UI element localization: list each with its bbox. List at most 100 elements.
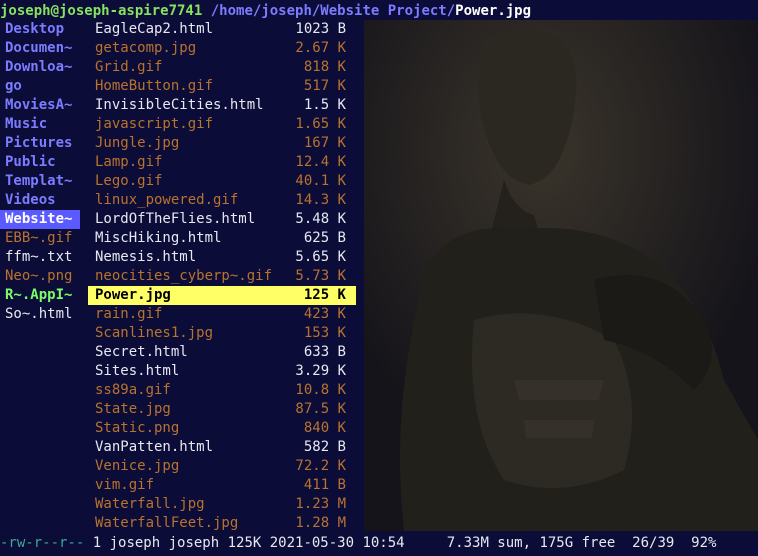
file-row[interactable]: InvisibleCities.html 1.5 K (88, 96, 356, 115)
file-name: HomeButton.gif (95, 78, 214, 94)
file-name: Grid.gif (95, 59, 163, 75)
file-name: MiscHiking.html (95, 230, 222, 246)
file-row[interactable]: WaterfallFeet.jpg 1.28 M (88, 514, 356, 533)
file-name: Jungle.jpg (95, 135, 180, 151)
file-name: Scanlines1.jpg (95, 325, 214, 341)
file-row[interactable]: Secret.html 633 B (88, 343, 356, 362)
file-row[interactable]: EagleCap2.html 1023 B (88, 20, 356, 39)
file-row[interactable]: Jungle.jpg 167 K (88, 134, 356, 153)
file-name: ss89a.gif (95, 382, 171, 398)
file-row[interactable]: Scanlines1.jpg 153 K (88, 324, 356, 343)
file-name: LordOfTheFlies.html (95, 211, 256, 227)
file-name: Venice.jpg (95, 458, 180, 474)
file-row[interactable]: Nemesis.html 5.65 K (88, 248, 356, 267)
file-size: 14.3 K (295, 192, 346, 208)
file-name: javascript.gif (95, 116, 214, 132)
file-row-selected[interactable]: Power.jpg 125 K (88, 286, 356, 305)
file-size: 12.4 K (295, 154, 346, 170)
file-size: 10.8 K (295, 382, 346, 398)
parent-list-item[interactable]: Desktop (0, 20, 80, 39)
parent-list-item[interactable]: Downloa~ (0, 58, 80, 77)
file-name: neocities_cyberp~.gif (95, 268, 273, 284)
parent-list-item[interactable]: MoviesA~ (0, 96, 80, 115)
file-row[interactable]: State.jpg 87.5 K (88, 400, 356, 419)
file-size: 2.67 K (295, 40, 346, 56)
parent-list-item-current[interactable]: Website~ (0, 210, 80, 229)
file-size: 1.65 K (295, 116, 346, 132)
statue-preview-image (364, 20, 758, 531)
file-row[interactable]: Waterfall.jpg 1.23 M (88, 495, 356, 514)
file-permissions: -rw-r--r-- (0, 535, 85, 551)
file-size: 167 K (303, 135, 346, 151)
file-size: 5.73 K (295, 268, 346, 284)
file-row[interactable]: MiscHiking.html 625 B (88, 229, 356, 248)
file-name: WaterfallFeet.jpg (95, 515, 239, 531)
file-size: 5.48 K (295, 211, 346, 227)
file-size: 1.5 K (303, 97, 346, 113)
file-name: Sites.html (95, 363, 180, 379)
file-size: 1.28 M (295, 515, 346, 531)
file-row[interactable]: VanPatten.html 582 B (88, 438, 356, 457)
file-size: 72.2 K (295, 458, 346, 474)
parent-list-item[interactable]: Music (0, 115, 80, 134)
file-row[interactable]: Grid.gif 818 K (88, 58, 356, 77)
file-name: rain.gif (95, 306, 163, 322)
file-name: EagleCap2.html (95, 21, 214, 37)
file-row[interactable]: Static.png 840 K (88, 419, 356, 438)
file-size: 3.29 K (295, 363, 346, 379)
file-size: 517 K (303, 78, 346, 94)
file-row[interactable]: Lego.gif 40.1 K (88, 172, 356, 191)
parent-list-item[interactable]: Public (0, 153, 80, 172)
parent-list-item[interactable]: EBB~.gif (0, 229, 80, 248)
file-name: Lamp.gif (95, 154, 163, 170)
parent-list-item[interactable]: So~.html (0, 305, 80, 324)
parent-list-item[interactable]: Videos (0, 191, 80, 210)
file-name: vim.gif (95, 477, 155, 493)
file-row[interactable]: linux_powered.gif 14.3 K (88, 191, 356, 210)
file-size: 1.23 M (295, 496, 346, 512)
file-size: 840 K (303, 420, 346, 436)
current-file: Power.jpg (455, 3, 532, 19)
parent-list-item[interactable]: Templat~ (0, 172, 80, 191)
file-name: InvisibleCities.html (95, 97, 264, 113)
file-row[interactable]: javascript.gif 1.65 K (88, 115, 356, 134)
file-name: Waterfall.jpg (95, 496, 205, 512)
file-row[interactable]: ss89a.gif 10.8 K (88, 381, 356, 400)
file-row[interactable]: vim.gif 411 B (88, 476, 356, 495)
file-size: 40.1 K (295, 173, 346, 189)
file-size: 411 B (303, 477, 346, 493)
parent-list-item[interactable]: ffm~.txt (0, 248, 80, 267)
file-size: 125 K (303, 287, 346, 303)
file-name: getacomp.jpg (95, 40, 197, 56)
parent-list-item[interactable]: Neo~.png (0, 267, 80, 286)
file-name: Power.jpg (95, 287, 171, 303)
file-row[interactable]: Venice.jpg 72.2 K (88, 457, 356, 476)
file-name: Static.png (95, 420, 180, 436)
parent-list-item[interactable]: go (0, 77, 80, 96)
current-path: /home/joseph/Website Project/ (210, 3, 456, 19)
file-row[interactable]: Sites.html 3.29 K (88, 362, 356, 381)
file-row[interactable]: Lamp.gif 12.4 K (88, 153, 356, 172)
file-size: 633 B (303, 344, 346, 360)
parent-list-item[interactable]: R~.AppI~ (0, 286, 80, 305)
status-bar: -rw-r--r-- 1 joseph joseph 125K 2021-05-… (0, 534, 716, 553)
path-bar: joseph@joseph-aspire7741 /home/joseph/We… (0, 2, 531, 21)
file-row[interactable]: rain.gif 423 K (88, 305, 356, 324)
file-size: 153 K (303, 325, 346, 341)
parent-list-item[interactable]: Documen~ (0, 39, 80, 58)
file-size: 5.65 K (295, 249, 346, 265)
file-name: Nemesis.html (95, 249, 197, 265)
file-row[interactable]: LordOfTheFlies.html 5.48 K (88, 210, 356, 229)
file-info: 1 joseph joseph 125K 2021-05-30 10:54 7.… (84, 535, 717, 551)
file-row[interactable]: neocities_cyberp~.gif 5.73 K (88, 267, 356, 286)
file-size: 582 B (303, 439, 346, 455)
file-name: State.jpg (95, 401, 171, 417)
file-name: linux_powered.gif (95, 192, 239, 208)
file-name: Lego.gif (95, 173, 163, 189)
file-row[interactable]: getacomp.jpg 2.67 K (88, 39, 356, 58)
user-host: joseph@joseph-aspire7741 (0, 3, 203, 19)
file-row[interactable]: HomeButton.gif 517 K (88, 77, 356, 96)
image-preview (364, 20, 758, 531)
file-size: 818 K (303, 59, 346, 75)
parent-list-item[interactable]: Pictures (0, 134, 80, 153)
